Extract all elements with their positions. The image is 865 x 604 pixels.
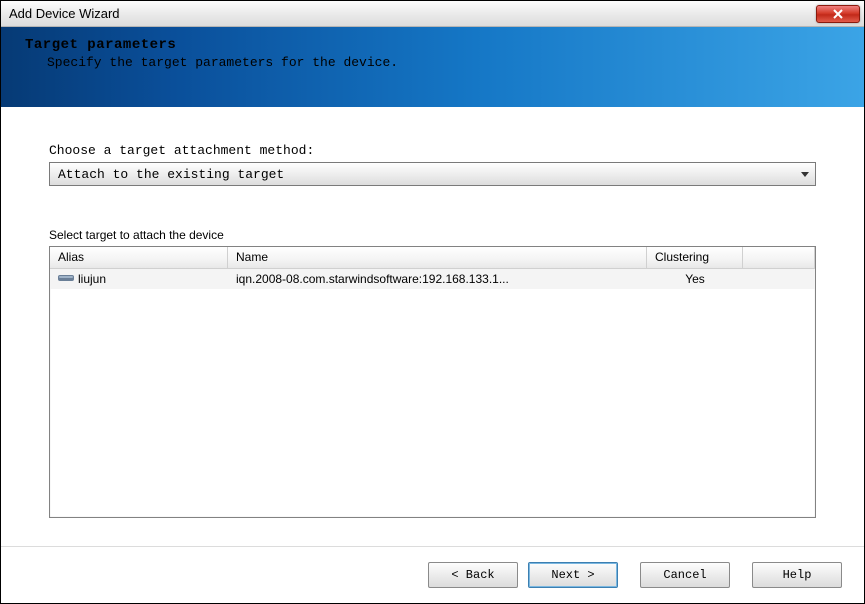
wizard-footer: < Back Next > Cancel Help	[1, 547, 864, 603]
next-button[interactable]: Next >	[528, 562, 618, 588]
wizard-body: Choose a target attachment method: Attac…	[1, 107, 864, 530]
listview-header: Alias Name Clustering	[50, 247, 815, 269]
title-bar: Add Device Wizard	[1, 1, 864, 27]
select-target-label: Select target to attach the device	[49, 228, 816, 242]
target-listview[interactable]: Alias Name Clustering	[49, 246, 816, 518]
cancel-button[interactable]: Cancel	[640, 562, 730, 588]
banner-title: Target parameters	[25, 37, 840, 53]
listview-body: liujun iqn.2008-08.com.starwindsoftware:…	[50, 269, 815, 517]
column-header-name[interactable]: Name	[228, 247, 647, 268]
table-row[interactable]: liujun iqn.2008-08.com.starwindsoftware:…	[50, 269, 815, 289]
help-button[interactable]: Help	[752, 562, 842, 588]
window-title: Add Device Wizard	[9, 6, 120, 21]
attachment-method-dropdown[interactable]: Attach to the existing target	[49, 162, 816, 186]
close-button[interactable]	[816, 5, 860, 23]
back-button[interactable]: < Back	[428, 562, 518, 588]
column-header-empty	[743, 247, 815, 268]
row-name: iqn.2008-08.com.starwindsoftware:192.168…	[228, 272, 647, 286]
row-clustering: Yes	[647, 272, 743, 286]
attachment-method-label: Choose a target attachment method:	[49, 143, 816, 158]
wizard-banner: Target parameters Specify the target par…	[1, 27, 864, 107]
wizard-window: Add Device Wizard Target parameters Spec…	[0, 0, 865, 604]
column-header-clustering[interactable]: Clustering	[647, 247, 743, 268]
column-header-alias[interactable]: Alias	[50, 247, 228, 268]
row-alias: liujun	[78, 272, 106, 286]
banner-subtitle: Specify the target parameters for the de…	[47, 55, 840, 70]
target-icon	[58, 272, 74, 286]
close-icon	[832, 9, 844, 19]
attachment-method-value: Attach to the existing target	[58, 167, 284, 182]
chevron-down-icon	[801, 172, 809, 177]
